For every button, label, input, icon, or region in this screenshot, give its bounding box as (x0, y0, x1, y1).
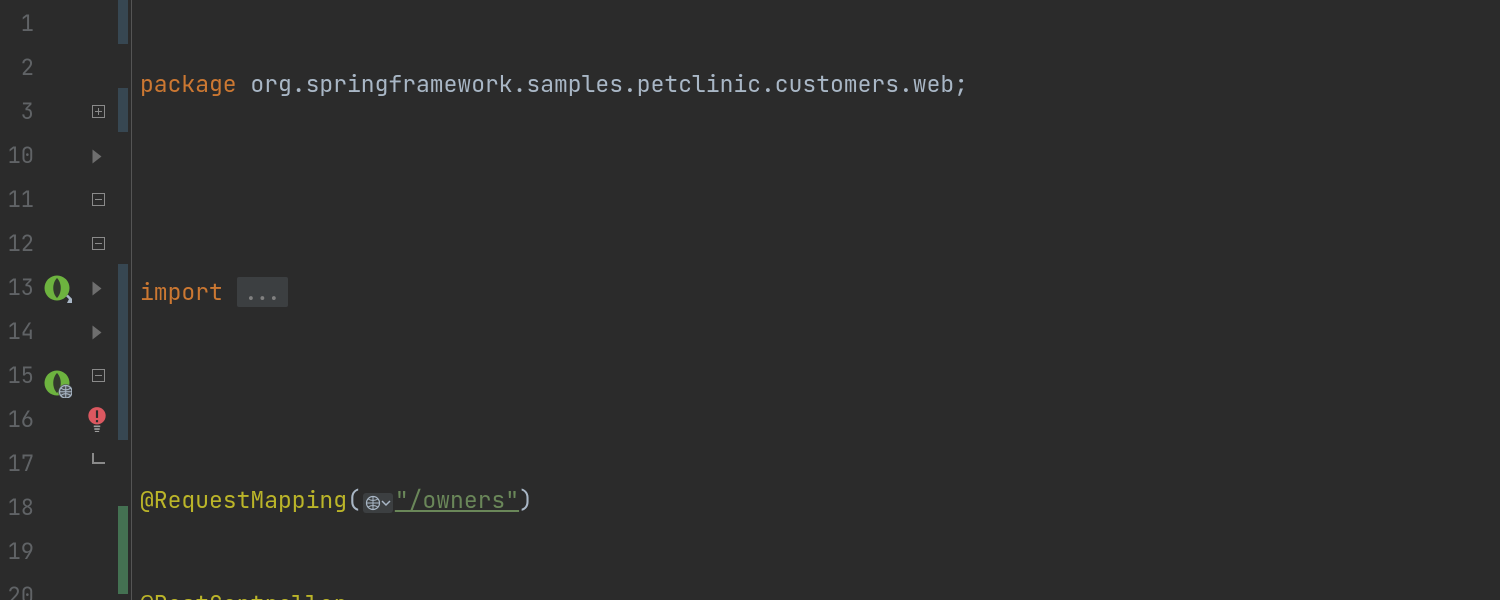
line-number: 15 (0, 354, 40, 398)
url-mapping-icon[interactable] (363, 493, 393, 513)
fold-collapse-icon[interactable] (92, 369, 105, 382)
folded-region[interactable]: ... (237, 277, 288, 307)
line-number: 14 (0, 310, 40, 354)
line-number-gutter: 1 2 3 10 11 12 13 14 15 16 17 18 19 20 (0, 0, 40, 600)
fold-close-icon[interactable] (92, 457, 105, 470)
code-line[interactable] (132, 374, 1500, 418)
error-bulb-icon[interactable] (86, 406, 108, 439)
line-number: 12 (0, 222, 40, 266)
fold-expand-icon[interactable] (92, 105, 105, 118)
line-number: 13 (0, 266, 40, 310)
punct-token: ) (519, 485, 533, 515)
line-number: 1 (0, 2, 40, 46)
line-number: 19 (0, 530, 40, 574)
string-token: "/owners" (395, 485, 519, 515)
line-number: 11 (0, 178, 40, 222)
code-line[interactable] (132, 166, 1500, 210)
change-marker-modified[interactable] (118, 0, 128, 44)
code-content[interactable]: package org.springframework.samples.petc… (132, 0, 1500, 600)
annotation-token: @RestController (140, 589, 347, 600)
change-marker-modified[interactable] (118, 88, 128, 132)
annotation-token: @RequestMapping (140, 485, 347, 515)
spring-web-bean-icon[interactable] (40, 368, 78, 412)
fold-arrow-icon[interactable] (93, 326, 102, 340)
change-marker-gutter (118, 0, 132, 600)
change-marker-added[interactable] (118, 506, 128, 594)
line-number: 16 (0, 398, 40, 442)
line-number: 20 (0, 574, 40, 600)
code-line[interactable]: @RequestMapping( "/owners") (132, 478, 1500, 522)
code-line[interactable]: @RestController (132, 582, 1500, 600)
fold-collapse-icon[interactable] (92, 237, 105, 250)
keyword-token: import (140, 277, 223, 307)
code-line[interactable]: package org.springframework.samples.petc… (132, 62, 1500, 106)
keyword-token: package (140, 69, 237, 99)
punct-token: ( (347, 485, 361, 515)
fold-collapse-icon[interactable] (92, 193, 105, 206)
line-number: 18 (0, 486, 40, 530)
line-number: 3 (0, 90, 40, 134)
line-number: 2 (0, 46, 40, 90)
fold-arrow-icon[interactable] (93, 150, 102, 164)
fold-gutter (78, 0, 118, 600)
text-token: org.springframework.samples.petclinic.cu… (237, 69, 968, 99)
change-marker-modified[interactable] (118, 264, 128, 440)
icon-gutter (40, 0, 78, 600)
code-line[interactable]: import ... (132, 270, 1500, 314)
line-number: 17 (0, 442, 40, 486)
line-number: 10 (0, 134, 40, 178)
spring-bean-icon[interactable] (40, 273, 78, 317)
code-editor[interactable]: 1 2 3 10 11 12 13 14 15 16 17 18 19 20 (0, 0, 1500, 600)
fold-arrow-icon[interactable] (93, 282, 102, 296)
